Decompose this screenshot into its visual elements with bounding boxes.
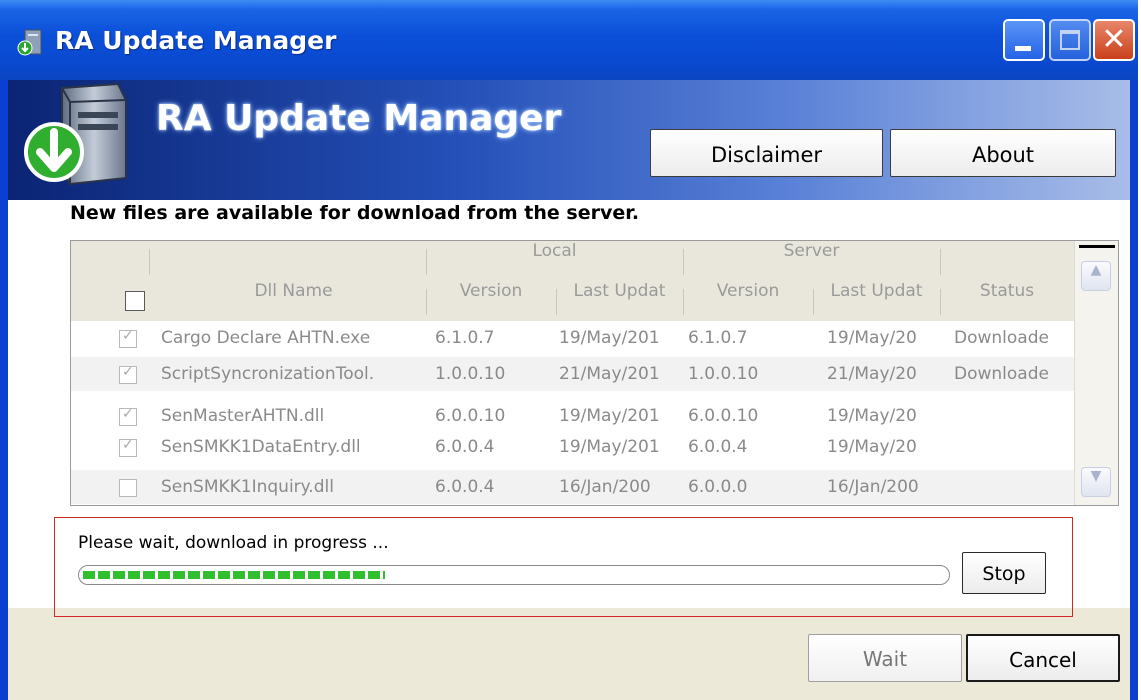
- select-all-checkbox[interactable]: [125, 291, 145, 311]
- header-separator: [149, 249, 150, 275]
- table-row[interactable]: ✓ ScriptSyncronizationTool. 1.0.0.10 21/May…: [71, 357, 1074, 391]
- banner-title: RA Update Manager: [156, 98, 562, 139]
- cell-local-date: 16/Jan/200: [559, 477, 651, 497]
- cell-status: [954, 399, 1074, 433]
- cell-status: Downloade: [954, 328, 1049, 348]
- row-checkbox[interactable]: ✓: [119, 328, 137, 348]
- checkmark-icon: ✓: [122, 437, 134, 453]
- cell-dll-name: SenMasterAHTN.dll: [161, 406, 325, 426]
- cell-status: [954, 430, 1074, 464]
- column-header-status[interactable]: Status: [940, 281, 1074, 321]
- cell-local-date: 19/May/201: [559, 406, 660, 426]
- grid-group-header: Local Server: [71, 241, 1074, 281]
- column-header-local-version[interactable]: Version: [426, 281, 556, 321]
- cell-server-version: 6.1.0.7: [688, 328, 748, 348]
- row-checkbox[interactable]: [119, 479, 137, 497]
- cell-server-version: 1.0.0.10: [688, 364, 759, 384]
- cell-server-date: 21/May/20: [827, 364, 917, 384]
- disclaimer-button[interactable]: Disclaimer: [650, 129, 883, 177]
- scroll-up-button[interactable]: ▲: [1081, 261, 1111, 291]
- download-progress-bar: [78, 565, 950, 585]
- progress-message: Please wait, download in progress ...: [78, 533, 389, 553]
- files-grid[interactable]: Local Server Dll Name Version Last Updat…: [70, 240, 1119, 506]
- scroll-down-button[interactable]: ▼: [1081, 467, 1111, 497]
- vertical-scrollbar[interactable]: ▲ ▼: [1074, 241, 1118, 505]
- minimize-icon: [1015, 46, 1031, 51]
- header-separator: [940, 249, 941, 275]
- progress-fill: [83, 571, 385, 579]
- scrollbar-edge: [1079, 245, 1115, 248]
- banner: RA Update Manager Disclaimer About: [8, 80, 1130, 200]
- cell-local-version: 6.0.0.10: [435, 406, 506, 426]
- close-icon: ✕: [1101, 22, 1127, 57]
- column-header-local-date[interactable]: Last Updat: [556, 281, 683, 321]
- cell-server-date: 19/May/20: [827, 328, 917, 348]
- maximize-button[interactable]: [1049, 19, 1091, 61]
- about-button[interactable]: About: [890, 129, 1116, 177]
- client-area: RA Update Manager Disclaimer About New f…: [8, 80, 1130, 700]
- maximize-icon: [1060, 30, 1080, 50]
- checkmark-icon: ✓: [122, 328, 134, 344]
- window-title: RA Update Manager: [55, 26, 337, 55]
- row-checkbox[interactable]: ✓: [119, 364, 137, 384]
- cell-server-date: 19/May/20: [827, 437, 917, 457]
- table-row[interactable]: ✓ SenMasterAHTN.dll 6.0.0.10 19/May/201 6.0.…: [71, 399, 1074, 433]
- cell-server-version: 6.0.0.10: [688, 406, 759, 426]
- chevron-up-icon: ▲: [1090, 262, 1102, 278]
- server-download-icon: [24, 82, 127, 186]
- cell-local-version: 6.1.0.7: [435, 328, 495, 348]
- cell-local-date: 19/May/201: [559, 328, 660, 348]
- close-button[interactable]: ✕: [1093, 19, 1135, 61]
- cell-dll-name: SenSMKK1DataEntry.dll: [161, 437, 361, 457]
- app-icon: [17, 29, 42, 56]
- status-heading: New files are available for download fro…: [70, 202, 640, 224]
- cell-dll-name: SenSMKK1Inquiry.dll: [161, 477, 334, 497]
- column-header-server-date[interactable]: Last Updat: [813, 281, 940, 321]
- table-row[interactable]: ✓ Cargo Declare AHTN.exe 6.1.0.7 19/May/201…: [71, 321, 1074, 355]
- group-header-server: Server: [783, 241, 840, 261]
- cell-local-version: 1.0.0.10: [435, 364, 506, 384]
- checkmark-icon: ✓: [122, 364, 134, 380]
- cell-status: [954, 470, 1074, 504]
- checkmark-icon: ✓: [122, 406, 134, 422]
- stop-button[interactable]: Stop: [962, 552, 1046, 594]
- cell-local-date: 21/May/201: [559, 364, 660, 384]
- column-header-dll-name[interactable]: Dll Name: [161, 281, 426, 321]
- cancel-button[interactable]: Cancel: [966, 634, 1120, 682]
- cell-server-version: 6.0.0.4: [688, 437, 748, 457]
- cell-server-date: 16/Jan/200: [827, 477, 919, 497]
- cell-local-date: 19/May/201: [559, 437, 660, 457]
- cell-server-date: 19/May/20: [827, 406, 917, 426]
- cell-dll-name: ScriptSyncronizationTool.: [161, 364, 375, 384]
- table-row[interactable]: ✓ SenSMKK1DataEntry.dll 6.0.0.4 19/May/201 6…: [71, 430, 1074, 464]
- wait-button[interactable]: Wait: [808, 634, 962, 682]
- grid-column-header: Dll Name Version Last Updat Version Last…: [71, 281, 1075, 321]
- cell-server-version: 6.0.0.0: [688, 477, 748, 497]
- app-window: RA Update Manager ✕ RA Update Manager Di…: [0, 0, 1138, 700]
- chevron-down-icon: ▼: [1090, 468, 1102, 484]
- title-bar[interactable]: RA Update Manager ✕: [0, 0, 1138, 80]
- cell-dll-name: Cargo Declare AHTN.exe: [161, 328, 371, 348]
- row-checkbox[interactable]: ✓: [119, 437, 137, 457]
- table-row[interactable]: SenSMKK1Inquiry.dll 6.0.0.4 16/Jan/200 6.0.…: [71, 470, 1074, 504]
- group-header-local: Local: [532, 241, 577, 261]
- cell-status: Downloade: [954, 364, 1049, 384]
- cell-local-version: 6.0.0.4: [435, 477, 495, 497]
- minimize-button[interactable]: [1003, 19, 1045, 61]
- row-checkbox[interactable]: ✓: [119, 406, 137, 426]
- column-header-server-version[interactable]: Version: [683, 281, 813, 321]
- cell-local-version: 6.0.0.4: [435, 437, 495, 457]
